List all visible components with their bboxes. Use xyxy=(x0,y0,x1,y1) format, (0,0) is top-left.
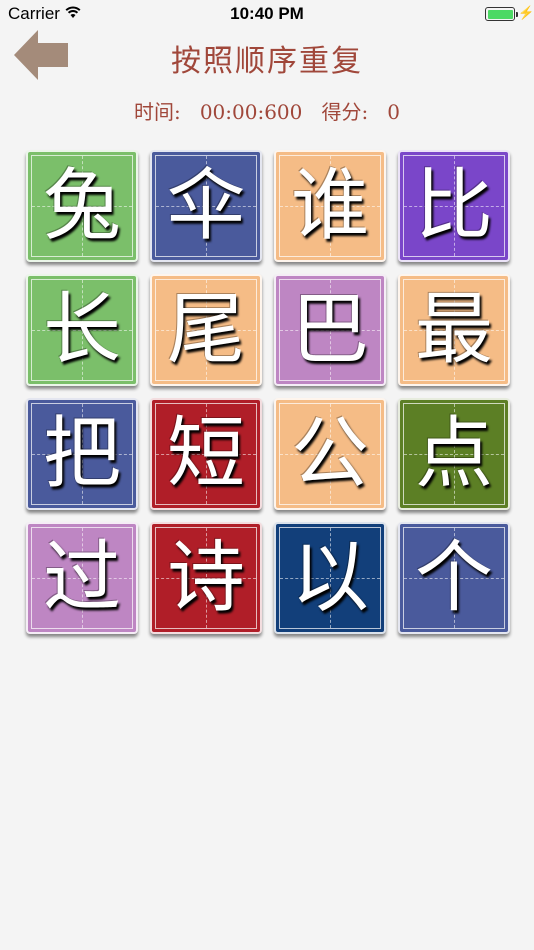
time-value: 00:00:600 xyxy=(199,100,303,124)
tile-character: 比 xyxy=(414,161,493,251)
character-tile[interactable]: 以 xyxy=(274,522,386,634)
tile-character: 尾 xyxy=(166,285,245,375)
score-label: 得分: xyxy=(321,100,369,124)
character-tile[interactable]: 长 xyxy=(26,274,138,386)
tile-character: 巴 xyxy=(290,285,369,375)
tile-character: 过 xyxy=(42,533,121,623)
battery-icon xyxy=(485,7,518,21)
character-tile[interactable]: 巴 xyxy=(274,274,386,386)
character-tile[interactable]: 过 xyxy=(26,522,138,634)
tile-character: 把 xyxy=(42,409,121,499)
tile-character: 伞 xyxy=(166,161,245,251)
character-tile[interactable]: 个 xyxy=(398,522,510,634)
tile-character: 个 xyxy=(414,533,493,623)
character-tile[interactable]: 诗 xyxy=(150,522,262,634)
tile-character: 长 xyxy=(42,285,121,375)
character-tile[interactable]: 伞 xyxy=(150,150,262,262)
page-title: 按照顺序重复 xyxy=(171,44,363,79)
character-tile[interactable]: 谁 xyxy=(274,150,386,262)
character-tile[interactable]: 比 xyxy=(398,150,510,262)
tile-character: 以 xyxy=(290,533,369,623)
character-tile[interactable]: 尾 xyxy=(150,274,262,386)
charging-bolt-icon: ⚡ xyxy=(518,5,534,20)
character-tile[interactable]: 短 xyxy=(150,398,262,510)
status-bar: Carrier 10:40 PM ⚡ xyxy=(0,0,534,28)
tile-character: 最 xyxy=(414,285,493,375)
character-tile[interactable]: 兔 xyxy=(26,150,138,262)
character-tile[interactable]: 把 xyxy=(26,398,138,510)
time-label: 时间: xyxy=(133,100,181,124)
tile-character: 诗 xyxy=(166,533,245,623)
status-time: 10:40 PM xyxy=(230,4,304,23)
tile-character: 公 xyxy=(290,409,369,499)
tile-character: 短 xyxy=(166,409,245,499)
stats-bar: 时间: 00:00:600 得分: 0 xyxy=(0,96,534,125)
character-tile[interactable]: 点 xyxy=(398,398,510,510)
tile-character: 谁 xyxy=(290,161,369,251)
tile-character: 兔 xyxy=(42,161,121,251)
score-value: 0 xyxy=(387,100,401,124)
tile-character: 点 xyxy=(414,409,493,499)
character-tile[interactable]: 公 xyxy=(274,398,386,510)
character-tile[interactable]: 最 xyxy=(398,274,510,386)
